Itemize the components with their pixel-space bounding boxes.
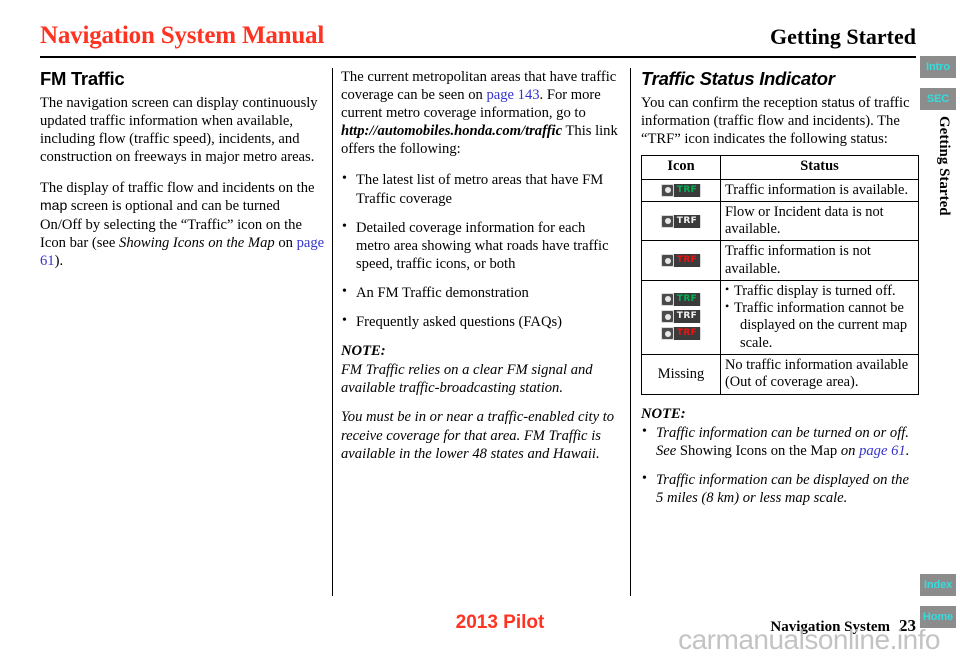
trf-icon-green-cell: TRF xyxy=(641,178,721,202)
status-cell: Traffic information is not available. xyxy=(720,240,919,281)
honda-traffic-url[interactable]: http://automobiles.honda.com/traffic xyxy=(341,123,562,139)
note-bullet-list: Traffic information can be turned on or … xyxy=(641,423,919,507)
para2-text-d: ). xyxy=(54,252,64,269)
showing-icons-reference: Showing Icons on the Map xyxy=(679,442,838,459)
column-header-status: Status xyxy=(720,155,919,180)
page-title: Navigation System Manual xyxy=(40,22,325,49)
fm-traffic-paragraph-1: The navigation screen can display contin… xyxy=(40,94,318,166)
note-text-b: on xyxy=(837,442,860,459)
traffic-status-indicator-heading: Traffic Status Indicator xyxy=(641,68,835,89)
traffic-status-table: Icon Status TRF Traffic information is a… xyxy=(641,155,919,395)
tab-index[interactable]: Index xyxy=(920,574,956,596)
table-row: TRF Traffic information is available. xyxy=(641,178,919,202)
content-column-2: The current metropolitan areas that have… xyxy=(341,68,622,474)
content-column-3: Traffic Status Indicator You can confirm… xyxy=(641,68,919,518)
status-cell: No traffic information available (Out of… xyxy=(720,354,919,395)
table-header-row: Icon Status xyxy=(641,155,919,180)
trf-red-icon: TRF xyxy=(661,254,701,268)
metro-coverage-paragraph: The current metropolitan areas that have… xyxy=(341,68,622,158)
table-row: TRF TRF TRF Traffic displ xyxy=(641,279,919,356)
trf-icon-label: TRF xyxy=(674,254,700,268)
list-item: An FM Traffic demonstration xyxy=(341,283,622,302)
list-item: Traffic information cannot bedisplayed o… xyxy=(725,299,914,352)
trf-icon-stack-cell: TRF TRF TRF xyxy=(641,279,721,356)
trf-icon-label: TRF xyxy=(674,310,700,324)
trf-icon-label: TRF xyxy=(674,327,700,341)
page-61-link[interactable]: page 61 xyxy=(859,443,906,459)
header-divider xyxy=(40,56,916,58)
trf-red-icon: TRF xyxy=(661,327,701,341)
page-143-link[interactable]: page 143 xyxy=(486,87,539,103)
trf-badge-icon xyxy=(662,215,673,227)
note-label-col3: NOTE: xyxy=(641,405,686,422)
table-row: Missing No traffic information available… xyxy=(641,354,919,395)
missing-icon-cell: Missing xyxy=(641,354,721,395)
status-cell: Traffic information is available. xyxy=(720,178,919,202)
column-header-icon: Icon xyxy=(641,155,721,180)
trf-badge-icon xyxy=(662,255,673,267)
navigation-tab-rail: Intro SEC Getting Started Index Home xyxy=(916,0,960,654)
trf-badge-icon xyxy=(662,184,673,196)
status-bullet-line-2: displayed on the current map scale. xyxy=(740,317,908,351)
note-text-c: . xyxy=(905,442,910,459)
trf-badge-icon xyxy=(662,311,673,323)
traffic-status-paragraph: You can confirm the reception status of … xyxy=(641,94,910,148)
trf-green-icon: TRF xyxy=(661,292,701,306)
tab-sec[interactable]: SEC xyxy=(920,88,956,110)
para2-text-c: on xyxy=(274,234,297,251)
status-cell-bullets: Traffic display is turned off. Traffic i… xyxy=(720,279,919,356)
trf-green-icon: TRF xyxy=(661,183,701,197)
status-bullet-list: Traffic display is turned off. Traffic i… xyxy=(725,282,914,352)
fm-traffic-heading: FM Traffic xyxy=(40,68,125,89)
link-offers-list: The latest list of metro areas that have… xyxy=(341,170,622,331)
list-item: Detailed coverage information for each m… xyxy=(341,218,622,273)
section-title: Getting Started xyxy=(769,24,916,49)
column-divider-2 xyxy=(630,68,631,596)
note-label-col2: NOTE: xyxy=(341,343,386,360)
showing-icons-reference: Showing Icons on the Map xyxy=(119,234,275,251)
table-row: TRF Traffic information is not available… xyxy=(641,240,919,281)
trf-icon-label: TRF xyxy=(674,292,700,306)
trf-icon-label: TRF xyxy=(674,183,700,197)
page-header: Navigation System Manual Getting Started xyxy=(40,22,916,56)
watermark: carmanualsonline.info xyxy=(678,624,940,655)
column-divider-1 xyxy=(332,68,333,596)
note-paragraph-1: FM Traffic relies on a clear FM signal a… xyxy=(341,362,593,397)
rail-section-label: Getting Started xyxy=(936,116,952,216)
status-cell: Flow or Incident data is not available. xyxy=(720,200,919,242)
para2-text-a: The display of traffic flow and incident… xyxy=(40,180,315,197)
trf-icon-white-cell: TRF xyxy=(641,200,721,242)
list-item: Traffic information can be displayed on … xyxy=(641,470,919,507)
list-item: Traffic display is turned off. xyxy=(725,282,914,300)
list-item: Frequently asked questions (FAQs) xyxy=(341,312,622,331)
trf-icon-label: TRF xyxy=(674,214,700,228)
note-paragraph-2: You must be in or near a traffic-enabled… xyxy=(341,409,615,462)
content-column-1: FM Traffic The navigation screen can dis… xyxy=(40,68,325,283)
list-item: Traffic information can be turned on or … xyxy=(641,423,919,460)
status-bullet-line-1: Traffic information cannot be xyxy=(734,300,904,317)
fm-traffic-paragraph-2: The display of traffic flow and incident… xyxy=(40,179,325,269)
trf-icon-red-cell: TRF xyxy=(641,240,721,281)
trf-white-icon: TRF xyxy=(661,214,701,228)
trf-white-icon: TRF xyxy=(661,310,701,324)
map-screen-term: map xyxy=(40,197,68,214)
trf-badge-icon xyxy=(662,293,673,305)
list-item: The latest list of metro areas that have… xyxy=(341,170,622,207)
trf-icon-stack: TRF TRF TRF xyxy=(661,292,701,343)
trf-badge-icon xyxy=(662,328,673,340)
tab-intro[interactable]: Intro xyxy=(920,56,956,78)
table-row: TRF Flow or Incident data is not availab… xyxy=(641,200,919,242)
